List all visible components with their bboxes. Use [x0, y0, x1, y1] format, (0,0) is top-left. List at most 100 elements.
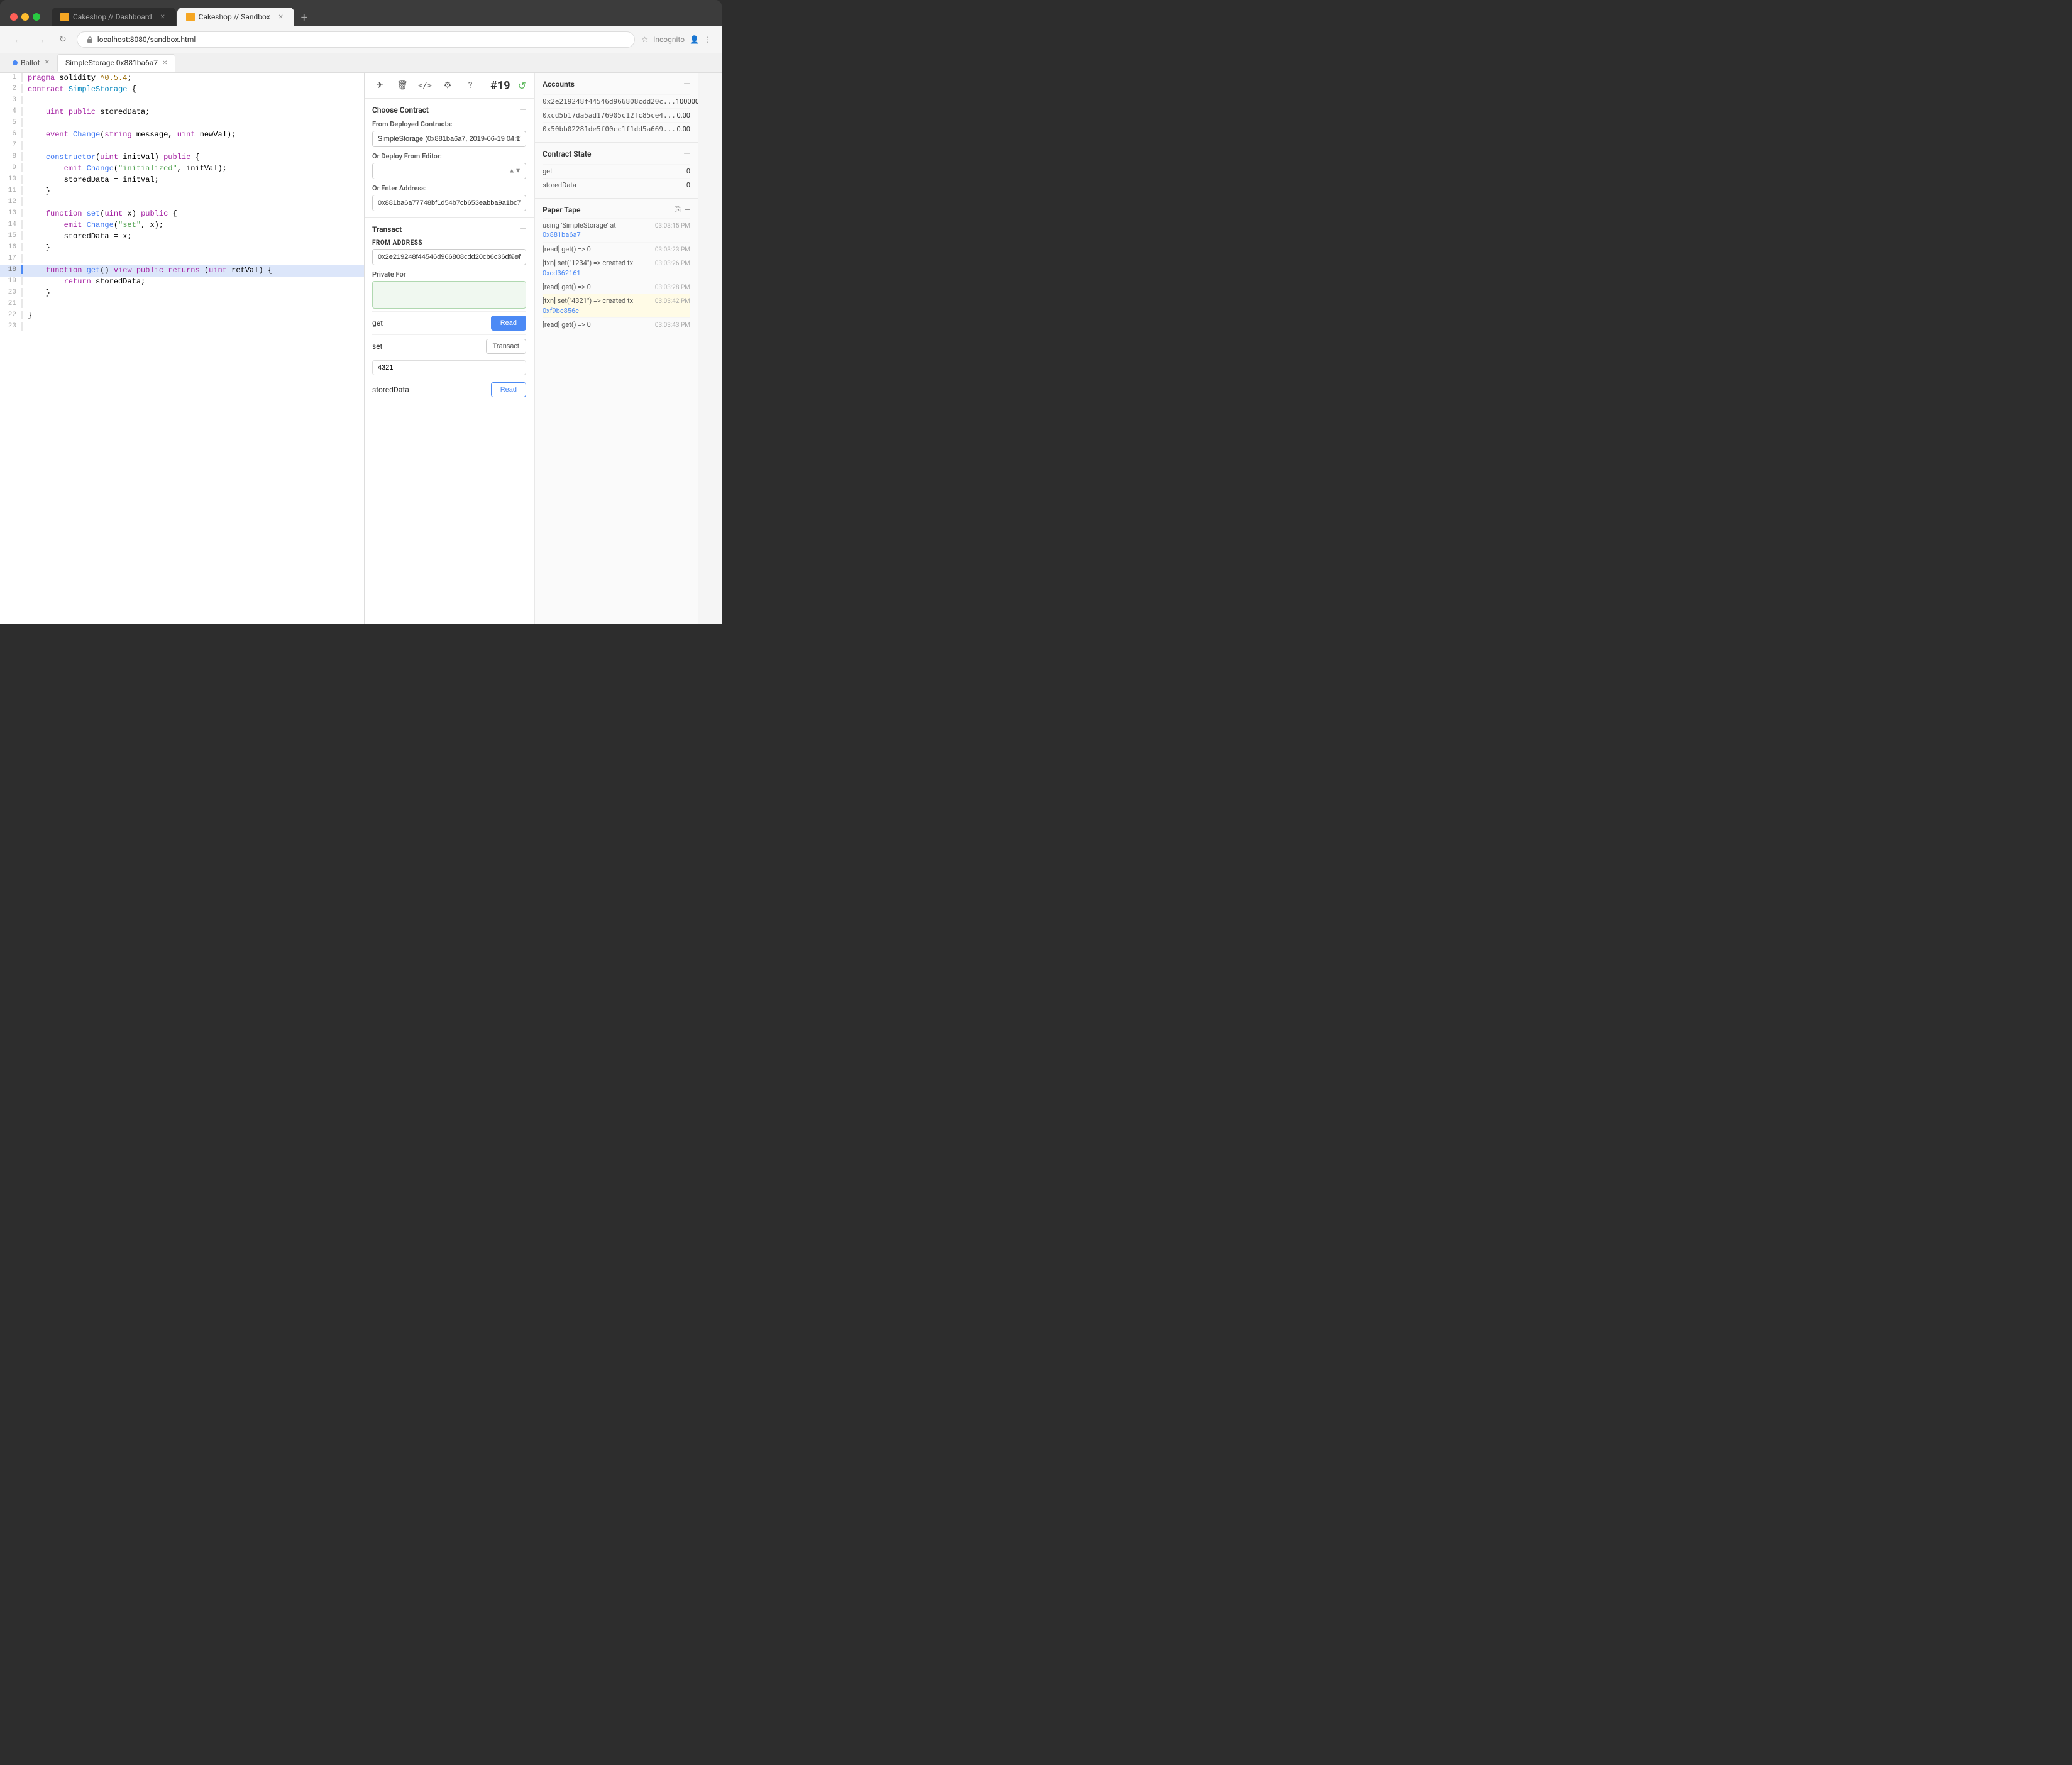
- from-address-select[interactable]: 0x2e219248f44546d966808cdd20cb6c36df6efa…: [372, 249, 526, 265]
- accounts-minimize[interactable]: —: [683, 79, 690, 89]
- code-line-6: 6 event Change(string message, uint newV…: [0, 129, 364, 141]
- tape-text-6: [read] get() => 0: [543, 320, 650, 329]
- tape-entry-2: [read] get() => 0 03:03:23 PM: [543, 242, 690, 256]
- help-icon[interactable]: ?: [463, 78, 478, 93]
- tape-time-3: 03:03:26 PM: [655, 260, 690, 267]
- function-name-set: set: [372, 342, 382, 351]
- function-row-set: set Transact: [372, 334, 526, 358]
- function-name-storeddata: storedData: [372, 385, 409, 394]
- reload-button[interactable]: ↻: [55, 33, 70, 46]
- address-bar: ← → ↻ localhost:8080/sandbox.html ☆ Inco…: [0, 26, 722, 53]
- code-line-4: 4 uint public storedData;: [0, 107, 364, 118]
- tape-text-5: [txn] set("4321") => created tx 0xf9bc85…: [543, 296, 650, 316]
- tape-entry-5: [txn] set("4321") => created tx 0xf9bc85…: [543, 294, 690, 317]
- tape-link-1[interactable]: 0x881ba6a7: [543, 231, 581, 239]
- middle-panel: ✈ 🗑 </> ⚙ ? #19 ↺ Choose Contract — From…: [365, 73, 534, 624]
- read-button-storeddata[interactable]: Read: [491, 382, 526, 397]
- tape-icons: ⎘ —: [675, 205, 690, 214]
- deployed-contracts-wrapper: SimpleStorage (0x881ba6a7, 2019-06-19 04…: [372, 131, 526, 147]
- code-line-14: 14 emit Change("set", x);: [0, 220, 364, 231]
- code-line-9: 9 emit Change("initialized", initVal);: [0, 163, 364, 175]
- code-line-18: 18 function get() view public returns (u…: [0, 265, 364, 277]
- bookmark-icon[interactable]: ☆: [641, 35, 648, 44]
- tab-favicon-sandbox: [186, 13, 195, 21]
- close-button[interactable]: [10, 13, 18, 21]
- tape-time-5: 03:03:42 PM: [655, 298, 690, 305]
- tab-close-sandbox[interactable]: ✕: [277, 13, 285, 21]
- code-line-22: 22 }: [0, 311, 364, 322]
- refresh-icon[interactable]: ↺: [518, 80, 526, 92]
- far-right-panel: Accounts — 0x2e219248f44546d966808cdd20c…: [534, 73, 698, 624]
- code-line-12: 12: [0, 197, 364, 209]
- transact-button-set[interactable]: Transact: [486, 339, 526, 354]
- tape-text-1: using 'SimpleStorage' at 0x881ba6a7: [543, 221, 650, 240]
- editor-tab-ballot[interactable]: Ballot ✕: [5, 55, 57, 71]
- read-button-get[interactable]: Read: [491, 316, 526, 331]
- ballot-tab-close[interactable]: ✕: [45, 59, 50, 66]
- tape-text-3: [txn] set("1234") => created tx 0xcd3621…: [543, 258, 650, 278]
- code-line-11: 11 }: [0, 186, 364, 197]
- deployed-contracts-select[interactable]: SimpleStorage (0x881ba6a7, 2019-06-19 04…: [372, 131, 526, 147]
- contract-state-section: Contract State — get 0 storedData 0: [535, 143, 698, 199]
- account-address-1: 0x2e219248f44546d966808cdd20c...: [543, 97, 676, 106]
- state-row-get: get 0: [543, 164, 690, 178]
- address-input[interactable]: [372, 195, 526, 211]
- tab-close-dashboard[interactable]: ✕: [158, 13, 167, 21]
- settings-icon[interactable]: ⚙: [440, 78, 455, 93]
- choose-contract-title: Choose Contract: [372, 106, 429, 114]
- choose-contract-minimize[interactable]: —: [519, 105, 526, 115]
- tape-entry-6: [read] get() => 0 03:03:43 PM: [543, 317, 690, 331]
- forward-button[interactable]: →: [33, 33, 49, 47]
- maximize-button[interactable]: [33, 13, 40, 21]
- back-button[interactable]: ←: [10, 33, 26, 47]
- browser-tabs: Cakeshop // Dashboard ✕ Cakeshop // Sand…: [52, 8, 712, 26]
- browser-tab-dashboard[interactable]: Cakeshop // Dashboard ✕: [52, 8, 176, 26]
- tape-text-4: [read] get() => 0: [543, 282, 650, 292]
- block-number: #19: [490, 79, 510, 92]
- new-tab-button[interactable]: +: [295, 9, 313, 26]
- tape-text-2: [read] get() => 0: [543, 245, 650, 254]
- tape-link-3[interactable]: 0xcd362161: [543, 269, 581, 277]
- simplestorage-tab-close[interactable]: ✕: [162, 60, 167, 67]
- transact-minimize[interactable]: —: [519, 224, 526, 234]
- contract-state-minimize[interactable]: —: [683, 149, 690, 159]
- delete-icon[interactable]: 🗑: [395, 78, 410, 93]
- tape-copy-icon[interactable]: ⎘: [675, 205, 681, 214]
- simplestorage-tab-label: SimpleStorage 0x881ba6a7: [65, 58, 158, 67]
- or-deploy-label: Or Deploy From Editor:: [372, 152, 526, 160]
- deploy-from-editor-select[interactable]: [372, 163, 526, 179]
- code-line-16: 16 }: [0, 243, 364, 254]
- from-deployed-label: From Deployed Contracts:: [372, 120, 526, 128]
- minimize-button[interactable]: [21, 13, 29, 21]
- tape-clear-icon[interactable]: —: [685, 206, 690, 214]
- tape-link-5[interactable]: 0xf9bc856c: [543, 307, 579, 315]
- lock-icon: [86, 36, 94, 43]
- tab-label-dashboard: Cakeshop // Dashboard: [73, 13, 152, 21]
- code-line-19: 19 return storedData;: [0, 277, 364, 288]
- code-icon[interactable]: </>: [417, 78, 433, 93]
- private-for-input[interactable]: [372, 281, 526, 309]
- menu-icon[interactable]: ⋮: [704, 35, 712, 44]
- paper-tape-section: Paper Tape ⎘ — using 'SimpleStorage' at …: [535, 199, 698, 338]
- incognito-label: Incognito: [653, 35, 685, 44]
- account-address-2: 0xcd5b17da5ad176905c12fc85ce4...: [543, 111, 676, 119]
- state-key-storeddata: storedData: [543, 181, 576, 189]
- url-bar[interactable]: localhost:8080/sandbox.html: [77, 31, 636, 48]
- paper-tape-title: Paper Tape: [543, 206, 581, 214]
- code-line-13: 13 function set(uint x) public {: [0, 209, 364, 220]
- contract-state-title: Contract State: [543, 150, 592, 158]
- code-line-5: 5: [0, 118, 364, 129]
- editor-tabs-bar: Ballot ✕ SimpleStorage 0x881ba6a7 ✕: [0, 53, 722, 73]
- set-input[interactable]: [372, 360, 526, 375]
- code-line-10: 10 storedData = initVal;: [0, 175, 364, 186]
- account-address-3: 0x50bb02281de5f00cc1f1dd5a669...: [543, 125, 676, 133]
- state-row-storeddata: storedData 0: [543, 178, 690, 192]
- profile-icon[interactable]: 👤: [690, 35, 699, 44]
- code-line-3: 3: [0, 96, 364, 107]
- browser-tab-sandbox[interactable]: Cakeshop // Sandbox ✕: [177, 8, 294, 26]
- editor-tab-simplestorage[interactable]: SimpleStorage 0x881ba6a7 ✕: [57, 54, 175, 72]
- deploy-icon[interactable]: ✈: [372, 78, 387, 93]
- account-row-2: 0xcd5b17da5ad176905c12fc85ce4... 0.00: [543, 108, 690, 122]
- code-editor: 1 pragma solidity ^0.5.4; 2 contract Sim…: [0, 73, 365, 624]
- state-key-get: get: [543, 167, 553, 175]
